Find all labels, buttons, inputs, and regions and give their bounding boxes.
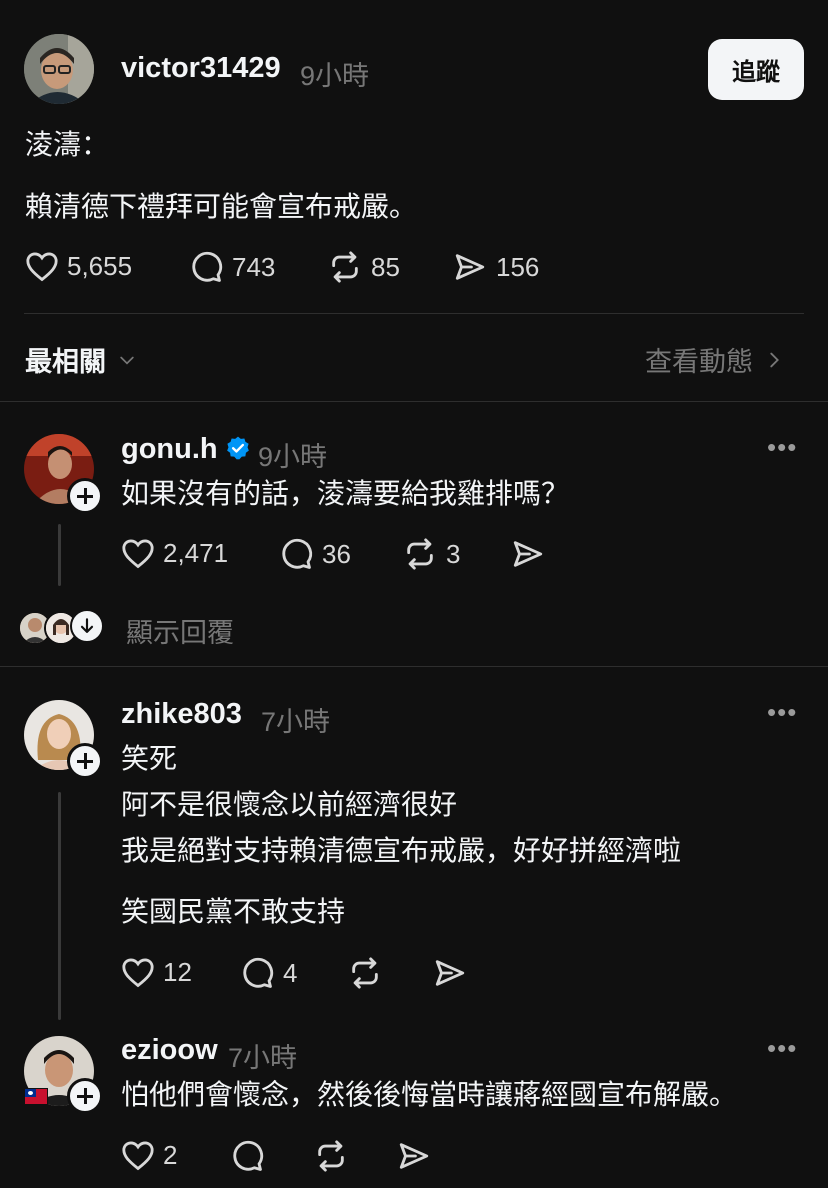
reply-text-line: 如果沒有的話，淩濤要給我雞排嗎？ — [121, 478, 570, 509]
reply-share-button[interactable] — [396, 1139, 440, 1173]
show-replies-label: 顯示回覆 — [126, 618, 234, 648]
heart-icon — [122, 539, 154, 569]
post-divider — [24, 313, 804, 314]
reply-share-button[interactable] — [432, 956, 476, 990]
send-icon — [455, 254, 485, 280]
send-icon — [399, 1143, 429, 1169]
follow-button[interactable]: 追蹤 — [708, 39, 804, 100]
section-divider — [0, 401, 828, 402]
post-text-line: 賴清德下禮拜可能會宣布戒嚴。 — [25, 191, 418, 222]
reply-comment-button[interactable]: 36 — [278, 537, 351, 571]
reply-timestamp: 7小時 — [228, 1043, 298, 1073]
follow-plus-button[interactable] — [67, 478, 103, 514]
reply-share-button[interactable] — [510, 537, 554, 571]
thread-line — [58, 524, 61, 586]
reply-username[interactable]: gonu.h — [121, 433, 218, 466]
person-photo-icon — [24, 34, 94, 104]
reply-comment-count: 36 — [322, 538, 351, 569]
arrow-down-icon — [70, 609, 104, 643]
post-author-username[interactable]: victor31429 — [121, 52, 281, 85]
repost-icon — [407, 538, 433, 570]
chevron-right-icon — [770, 352, 779, 367]
reply-username[interactable]: ezioow — [121, 1034, 218, 1067]
post-like-button[interactable]: 5,655 — [25, 250, 132, 282]
reply-username[interactable]: zhike803 — [121, 698, 242, 731]
reply-comment-button[interactable]: 4 — [239, 956, 297, 990]
reply-text-line: 笑國民黨不敢支持 — [121, 896, 346, 927]
reply-text-line: 怕他們會懷念，然後後悔當時讓蔣經國宣布解嚴。 — [121, 1079, 738, 1110]
reply-repost-button[interactable]: 3 — [402, 537, 460, 571]
repost-icon — [352, 957, 378, 989]
repost-icon — [318, 1140, 344, 1172]
verified-badge-icon — [227, 436, 249, 460]
heart-icon — [122, 958, 154, 988]
reply-like-count: 2 — [163, 1139, 178, 1170]
thread-line — [58, 792, 61, 1020]
more-options-icon[interactable]: ••• — [767, 1033, 797, 1064]
reply-repost-button[interactable] — [313, 1139, 357, 1173]
post-comment-button[interactable]: 743 — [188, 250, 275, 284]
reply-text-line: 我是絕對支持賴清德宣布戒嚴，好好拼經濟啦 — [121, 835, 682, 866]
post-repost-button[interactable]: 85 — [327, 250, 400, 284]
comment-icon — [233, 1140, 264, 1171]
reply-text-line: 笑死 — [121, 743, 178, 774]
post-like-count: 5,655 — [67, 250, 133, 281]
more-options-icon[interactable]: ••• — [767, 697, 797, 728]
show-replies-row[interactable]: 顯示回覆 — [18, 609, 318, 648]
view-activity-label: 查看動態 — [645, 347, 753, 377]
reply-timestamp: 7小時 — [261, 707, 331, 737]
heart-icon — [26, 252, 58, 282]
reply-divider — [0, 666, 828, 667]
post-share-button[interactable]: 156 — [452, 250, 539, 284]
reply-text-line: 阿不是很懷念以前經濟很好 — [121, 789, 458, 820]
reply-repost-button[interactable] — [347, 956, 391, 990]
follow-plus-button[interactable] — [67, 743, 103, 779]
reply-like-count: 12 — [163, 956, 192, 987]
post-timestamp: 9小時 — [300, 61, 370, 91]
comment-icon — [192, 251, 223, 282]
flag-badge-icon — [24, 1088, 48, 1105]
comment-icon — [282, 538, 313, 569]
chevron-down-icon — [120, 356, 134, 365]
post-author-avatar[interactable] — [24, 34, 94, 104]
reply-comment-count: 4 — [283, 957, 298, 988]
repost-icon — [332, 251, 358, 283]
reply-timestamp: 9小時 — [258, 442, 328, 472]
post-comment-count: 743 — [232, 251, 276, 282]
view-activity-link[interactable]: 查看動態 — [645, 340, 785, 379]
send-icon — [435, 960, 465, 986]
reply-like-button[interactable]: 2,471 — [121, 537, 228, 569]
sort-dropdown[interactable]: 最相關 — [25, 340, 140, 379]
comment-icon — [243, 957, 274, 988]
follow-plus-button[interactable] — [67, 1078, 103, 1114]
post-text-line: 淩濤： — [25, 129, 110, 160]
send-icon — [513, 541, 543, 567]
more-options-icon[interactable]: ••• — [767, 432, 797, 463]
sort-label: 最相關 — [25, 347, 106, 377]
reply-repost-count: 3 — [446, 538, 461, 569]
reply-like-button[interactable]: 2 — [121, 1139, 177, 1171]
post-share-count: 156 — [496, 251, 540, 282]
reply-like-count: 2,471 — [163, 537, 229, 568]
reply-like-button[interactable]: 12 — [121, 956, 192, 988]
follow-button-label: 追蹤 — [732, 59, 780, 86]
post-repost-count: 85 — [371, 251, 400, 282]
reply-comment-button[interactable] — [229, 1139, 273, 1173]
heart-icon — [122, 1141, 154, 1171]
